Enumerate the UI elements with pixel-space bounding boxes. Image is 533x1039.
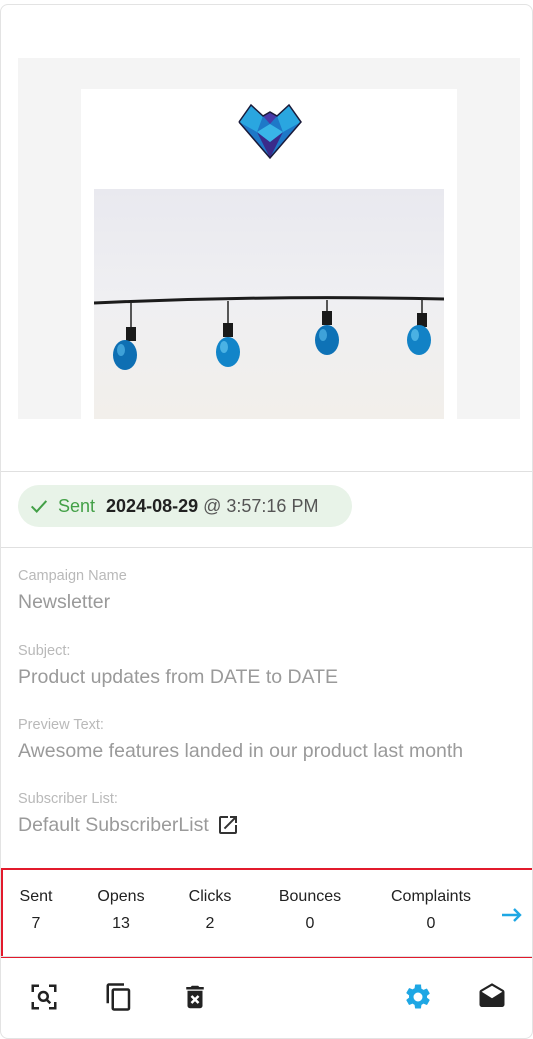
- stat-sent[interactable]: Sent 7: [16, 888, 56, 933]
- subscriber-list-label: Subscriber List:: [18, 791, 118, 807]
- stat-sent-label: Sent: [19, 888, 53, 905]
- divider: [1, 471, 532, 472]
- email-preview-sheet: [81, 89, 457, 419]
- stat-complaints-label: Complaints: [390, 888, 472, 905]
- bulb-2: [216, 301, 240, 367]
- stat-bounces[interactable]: Bounces 0: [275, 888, 345, 933]
- sent-date: 2024-08-29: [106, 495, 199, 516]
- stat-complaints-value: 0: [426, 915, 436, 932]
- stat-complaints[interactable]: Complaints 0: [384, 888, 478, 933]
- preview-search-icon[interactable]: [29, 982, 59, 1012]
- campaign-name-value: Newsletter: [18, 591, 111, 613]
- subscriber-list-link[interactable]: Default SubscriberList: [18, 813, 240, 837]
- stat-clicks[interactable]: Clicks 2: [185, 888, 235, 933]
- preview-text-label: Preview Text:: [18, 717, 104, 733]
- subject-label: Subject:: [18, 643, 71, 659]
- divider: [1, 547, 532, 548]
- open-in-new-icon[interactable]: [216, 813, 240, 837]
- status-badge: Sent 2024-08-29 @ 3:57:16 PM: [18, 485, 352, 527]
- stat-opens-label: Opens: [97, 888, 145, 905]
- stat-bounces-label: Bounces: [278, 888, 342, 905]
- stat-clicks-label: Clicks: [188, 888, 232, 905]
- status-label: Sent: [58, 495, 96, 516]
- fox-logo-icon: [238, 103, 302, 160]
- at-symbol: @: [203, 495, 222, 516]
- divider: [1, 956, 532, 957]
- stats-panel: Sent 7 Opens 13 Clicks 2 Bounces 0 Compl…: [1, 868, 532, 958]
- stat-bounces-value: 0: [305, 915, 315, 932]
- campaign-name-label: Campaign Name: [18, 568, 127, 584]
- settings-icon[interactable]: [403, 982, 433, 1012]
- subject-value: Product updates from DATE to DATE: [18, 666, 339, 688]
- sent-time: 3:57:16 PM: [226, 495, 319, 516]
- hero-image: [93, 189, 445, 419]
- campaign-card: Sent 2024-08-29 @ 3:57:16 PM Campaign Na…: [0, 4, 533, 1039]
- bulb-4: [407, 299, 431, 355]
- check-icon: [30, 500, 48, 513]
- stat-opens[interactable]: Opens 13: [94, 888, 148, 933]
- bulb-1: [113, 302, 137, 370]
- subscriber-list-value[interactable]: Default SubscriberList: [18, 814, 209, 837]
- copy-icon[interactable]: [104, 982, 134, 1012]
- stat-clicks-value: 2: [205, 915, 215, 932]
- bulb-3: [315, 300, 339, 355]
- delete-icon[interactable]: [180, 982, 210, 1012]
- arrow-right-icon[interactable]: [500, 905, 524, 925]
- email-preview[interactable]: [18, 58, 520, 419]
- mail-open-icon[interactable]: [477, 982, 507, 1012]
- stat-opens-value: 13: [112, 915, 130, 932]
- stat-sent-value: 7: [31, 915, 41, 932]
- preview-text-value: Awesome features landed in our product l…: [18, 740, 464, 762]
- light-bulbs-image: [93, 296, 445, 370]
